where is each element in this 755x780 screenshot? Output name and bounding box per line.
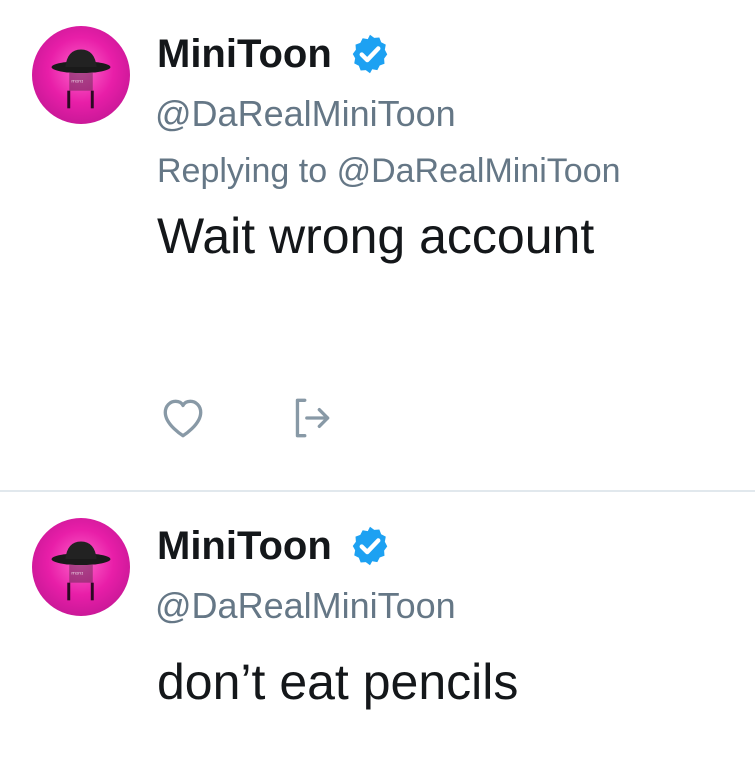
verified-badge-icon (352, 34, 387, 74)
display-name[interactable]: MiniToon (157, 30, 332, 78)
avatar[interactable]: ᵐᶦⁿᶦ (32, 26, 130, 124)
replying-to: Replying to @DaRealMiniToon (157, 150, 621, 192)
replying-to-mention[interactable]: @DaRealMiniToon (337, 152, 621, 190)
avatar[interactable]: ᵐᶦⁿᶦ (32, 518, 130, 616)
avatar-image: ᵐᶦⁿᶦ (51, 49, 111, 109)
tweet-text: Wait wrong account (157, 208, 595, 264)
verified-badge-icon (352, 526, 387, 566)
display-name[interactable]: MiniToon (157, 522, 332, 570)
replying-to-label: Replying to (157, 152, 328, 190)
avatar-image: ᵐᶦⁿᶦ (51, 541, 111, 601)
handle[interactable]: @DaRealMiniToon (155, 584, 456, 628)
tweet-actions (157, 392, 337, 444)
tweet-header: MiniToon (157, 30, 392, 78)
svg-text:ᵐᶦⁿᶦ: ᵐᶦⁿᶦ (71, 78, 83, 87)
svg-text:ᵐᶦⁿᶦ: ᵐᶦⁿᶦ (71, 570, 83, 579)
heart-icon (163, 399, 203, 438)
like-button[interactable] (157, 392, 209, 444)
tweet[interactable]: ᵐᶦⁿᶦ MiniToon @DaRealMiniToon don’t eat … (0, 492, 755, 780)
share-icon (295, 398, 330, 438)
tweet-text: don’t eat pencils (157, 654, 519, 710)
share-button[interactable] (285, 392, 337, 444)
handle[interactable]: @DaRealMiniToon (155, 92, 456, 136)
tweet-header: MiniToon (157, 522, 392, 570)
tweet[interactable]: ᵐᶦⁿᶦ MiniToon @DaRealMiniToon Replying t… (0, 0, 755, 490)
